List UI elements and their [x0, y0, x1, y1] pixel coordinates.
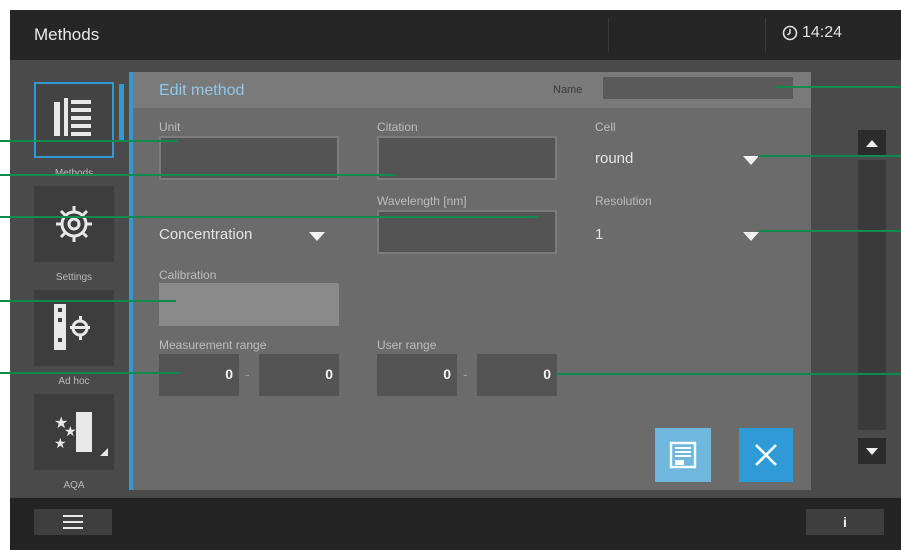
menu-button[interactable] [34, 509, 112, 535]
header-divider [608, 18, 609, 52]
chevron-down-icon [743, 232, 759, 241]
citation-field[interactable] [377, 136, 557, 180]
sidebar-item-settings[interactable] [34, 186, 114, 262]
user-range-label: User range [377, 338, 437, 352]
callout-line [0, 372, 180, 374]
aqa-stars-icon: ★ ★ ★ [54, 412, 108, 456]
clock: 14:24 [782, 24, 842, 42]
resolution-value: 1 [595, 226, 604, 243]
resolution-dropdown[interactable]: 1 [595, 220, 775, 248]
callout-line [0, 140, 178, 142]
sidebar-item-label: Settings [55, 272, 93, 283]
scroll-up-button[interactable] [858, 130, 886, 156]
user-range-to[interactable]: 0 [477, 354, 557, 396]
callout-line [0, 174, 396, 176]
svg-text:★: ★ [54, 436, 67, 452]
chevron-up-icon [866, 139, 878, 147]
mode-dropdown[interactable]: Concentration [159, 220, 339, 248]
panel-title: Edit method [159, 82, 245, 99]
top-bar: Methods 14:24 [10, 10, 901, 60]
mode-value: Concentration [159, 226, 253, 243]
callout-line [758, 155, 901, 157]
hamburger-icon [63, 515, 83, 529]
cell-value: round [595, 150, 634, 167]
sidebar-item-methods[interactable] [34, 82, 114, 158]
scroll-down-button[interactable] [858, 438, 886, 464]
callout-line [0, 216, 539, 218]
measurement-range-to[interactable]: 0 [259, 354, 339, 396]
cell-dropdown[interactable]: round [595, 144, 775, 172]
callout-line [776, 86, 901, 88]
calibration-field[interactable] [159, 283, 339, 326]
save-icon [669, 441, 697, 469]
chevron-down-icon [866, 447, 878, 455]
panel-header: Edit method Name [133, 72, 811, 108]
callout-line [556, 373, 901, 375]
wavelength-label: Wavelength [nm] [377, 194, 467, 208]
chevron-down-icon [309, 232, 325, 241]
sidebar-item-label: AQA [63, 480, 85, 491]
app-window: Methods 14:24 Methods [10, 10, 901, 550]
info-button[interactable]: i [806, 509, 884, 535]
sidebar-item-aqa[interactable]: ★ ★ ★ [34, 394, 114, 470]
gear-icon [56, 206, 92, 242]
measurement-range-label: Measurement range [159, 338, 267, 352]
callout-line [0, 300, 176, 302]
active-indicator [119, 84, 124, 142]
name-field[interactable] [603, 77, 793, 99]
calibration-label: Calibration [159, 268, 217, 282]
user-range-from[interactable]: 0 [377, 354, 457, 396]
callout-line [758, 230, 901, 232]
measurement-range-from[interactable]: 0 [159, 354, 239, 396]
citation-label: Citation [377, 120, 418, 134]
range-separator: - [245, 366, 250, 382]
cell-label: Cell [595, 120, 616, 134]
scrollbar-track[interactable] [858, 160, 886, 430]
unit-label: Unit [159, 120, 181, 134]
chevron-down-icon [743, 156, 759, 165]
save-button[interactable] [655, 428, 711, 482]
header-divider [765, 18, 766, 52]
methods-list-icon [54, 98, 91, 136]
resolution-label: Resolution [595, 194, 652, 208]
cancel-button[interactable] [739, 428, 793, 482]
range-separator: - [463, 366, 468, 382]
name-label: Name [553, 84, 583, 96]
page-title: Methods [34, 25, 100, 44]
close-icon [755, 444, 777, 466]
bottom-bar: i [10, 498, 901, 550]
clock-icon [782, 25, 798, 41]
edit-method-panel: Edit method Name Unit Citation Cell roun… [129, 72, 811, 490]
sidebar-item-label: Ad hoc [58, 376, 90, 387]
clock-time: 14:24 [802, 24, 843, 41]
